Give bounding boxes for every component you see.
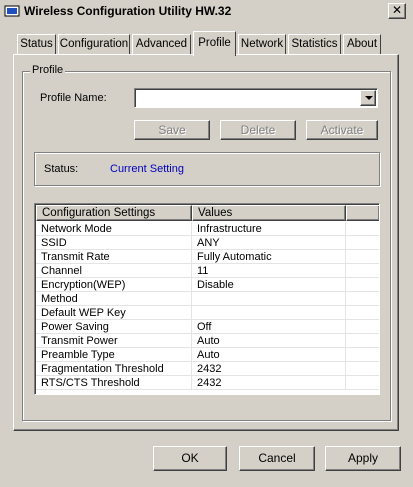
profile-group-label: Profile xyxy=(30,64,66,76)
setting-name: Encryption(WEP) xyxy=(36,278,192,292)
column-header-settings[interactable]: Configuration Settings xyxy=(36,205,192,221)
save-button[interactable]: Save xyxy=(134,120,210,140)
profile-name-combobox[interactable] xyxy=(134,88,378,108)
column-header-label: Configuration Settings xyxy=(42,207,156,219)
apply-button[interactable]: Apply xyxy=(325,446,401,471)
table-row[interactable]: Method xyxy=(36,292,379,306)
tab-label: Status xyxy=(20,38,53,50)
setting-value: Off xyxy=(192,320,346,334)
tab-configuration[interactable]: Configuration xyxy=(58,34,130,54)
setting-name: Preamble Type xyxy=(36,348,192,362)
setting-value: 11 xyxy=(192,264,346,278)
status-box: Status: Current Setting xyxy=(34,152,380,186)
save-button-label: Save xyxy=(158,123,186,137)
table-row[interactable]: Transmit Power Auto xyxy=(36,334,379,348)
setting-name: Power Saving xyxy=(36,320,192,334)
setting-value: Disable xyxy=(192,278,346,292)
tab-label: Network xyxy=(240,38,284,50)
ok-button[interactable]: OK xyxy=(153,446,227,471)
setting-value: 2432 xyxy=(192,362,346,376)
setting-name: RTS/CTS Threshold xyxy=(36,376,192,390)
setting-value: ANY xyxy=(192,236,346,250)
tab-label: Configuration xyxy=(59,38,129,50)
setting-name: Fragmentation Threshold xyxy=(36,362,192,376)
table-row[interactable]: Network Mode Infrastructure xyxy=(36,222,379,236)
status-value: Current Setting xyxy=(110,163,184,175)
tab-about[interactable]: About xyxy=(343,34,381,54)
setting-name: Transmit Power xyxy=(36,334,192,348)
configuration-settings-table[interactable]: Configuration Settings Values Network Mo… xyxy=(34,203,380,395)
delete-button[interactable]: Delete xyxy=(220,120,296,140)
setting-value xyxy=(192,292,346,306)
tab-network[interactable]: Network xyxy=(238,34,286,54)
table-row[interactable]: Default WEP Key xyxy=(36,306,379,320)
table-row[interactable]: SSID ANY xyxy=(36,236,379,250)
setting-value: Auto xyxy=(192,348,346,362)
tab-label: Advanced xyxy=(135,38,188,50)
activate-button-label: Activate xyxy=(320,123,364,137)
close-button[interactable]: ✕ xyxy=(388,3,406,19)
apply-button-label: Apply xyxy=(347,451,379,465)
title-bar: Wireless Configuration Utility HW.32 ✕ xyxy=(0,0,413,22)
setting-value: Infrastructure xyxy=(192,222,346,236)
setting-value: Fully Automatic xyxy=(192,250,346,264)
delete-button-label: Delete xyxy=(240,123,276,137)
setting-value: Auto xyxy=(192,334,346,348)
tab-advanced[interactable]: Advanced xyxy=(132,34,191,54)
tab-label: Profile xyxy=(198,37,231,49)
table-row[interactable]: Fragmentation Threshold 2432 xyxy=(36,362,379,376)
tab-label: Statistics xyxy=(291,38,338,50)
column-header-label: Values xyxy=(198,207,233,219)
column-header-values[interactable]: Values xyxy=(192,205,346,221)
setting-value: 2432 xyxy=(192,376,346,390)
cancel-button[interactable]: Cancel xyxy=(239,446,315,471)
table-row[interactable]: Channel 11 xyxy=(36,264,379,278)
setting-name: Transmit Rate xyxy=(36,250,192,264)
setting-value xyxy=(192,306,346,320)
close-icon: ✕ xyxy=(391,3,403,17)
ok-button-label: OK xyxy=(181,451,199,465)
wireless-app-icon xyxy=(4,5,20,17)
tab-statistics[interactable]: Statistics xyxy=(288,34,341,54)
table-row[interactable]: Encryption(WEP) Disable xyxy=(36,278,379,292)
setting-name: Network Mode xyxy=(36,222,192,236)
setting-name: Channel xyxy=(36,264,192,278)
tab-profile[interactable]: Profile xyxy=(193,31,236,56)
status-label: Status: xyxy=(44,163,79,175)
table-row[interactable]: Power Saving Off xyxy=(36,320,379,334)
table-row[interactable]: RTS/CTS Threshold 2432 xyxy=(36,376,379,390)
cancel-button-label: Cancel xyxy=(258,451,296,465)
setting-name: Default WEP Key xyxy=(36,306,192,320)
table-row[interactable]: Transmit Rate Fully Automatic xyxy=(36,250,379,264)
window-title: Wireless Configuration Utility HW.32 xyxy=(24,4,232,18)
profile-name-label: Profile Name: xyxy=(40,92,107,104)
tab-status[interactable]: Status xyxy=(17,34,56,54)
setting-name: Method xyxy=(36,292,192,306)
column-header-empty xyxy=(346,205,379,221)
tab-label: About xyxy=(346,38,378,50)
chevron-down-icon[interactable] xyxy=(360,90,376,106)
setting-name: SSID xyxy=(36,236,192,250)
activate-button[interactable]: Activate xyxy=(306,120,378,140)
table-row[interactable]: Preamble Type Auto xyxy=(36,348,379,362)
